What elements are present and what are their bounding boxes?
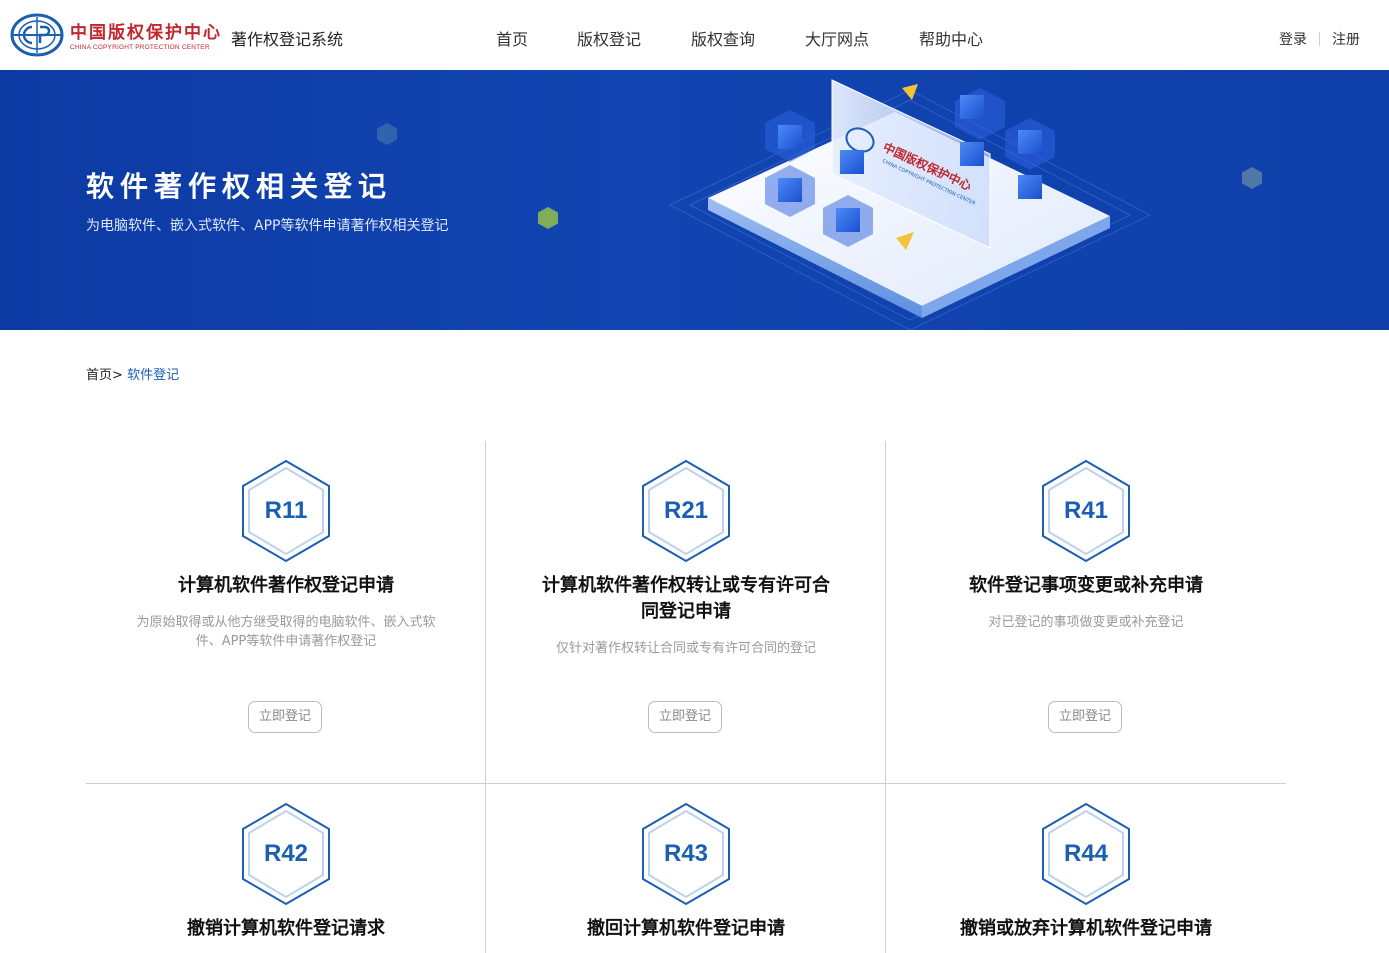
decorative-hexagon-icon (538, 207, 558, 229)
card-title: 计算机软件著作权转让或专有许可合同登记申请 (542, 575, 830, 622)
auth-divider (1319, 32, 1320, 46)
card-code: R41 (1063, 497, 1109, 524)
card-r21: R21 计算机软件著作权转让或专有许可合同登记申请 仅针对著作权转让合同或专有许… (486, 441, 886, 783)
card-title: 撤回计算机软件登记申请 (587, 918, 785, 939)
auth-links: 登录 注册 (1279, 29, 1360, 49)
breadcrumb-current: 软件登记 (127, 368, 180, 383)
banner-subtitle: 为电脑软件、嵌入式软件、APP等软件申请著作权相关登记 (86, 218, 449, 234)
breadcrumb-home[interactable]: 首页 (86, 368, 112, 383)
card-code: R11 (264, 497, 308, 524)
logo-chinese-name: 中国版权保护中心 (70, 23, 222, 43)
card-description: 对已登记的事项做变更或补充登记 (988, 615, 1184, 630)
card-r44: R44 撤销或放弃计算机软件登记申请 (886, 784, 1286, 953)
nav-copyright-registration[interactable]: 版权登记 (577, 26, 641, 50)
nav-home[interactable]: 首页 (496, 26, 528, 50)
nav-service-halls[interactable]: 大厅网点 (805, 26, 869, 50)
nav-help-center[interactable]: 帮助中心 (919, 26, 983, 50)
card-description: 为原始取得或从他方继受取得的电脑软件、嵌入式软件、APP等软件申请著作权登记 (136, 615, 436, 649)
breadcrumb-separator: > (112, 368, 123, 383)
card-r42: R42 撤销计算机软件登记请求 (86, 784, 486, 953)
register-now-button[interactable]: 立即登记 (248, 701, 322, 733)
card-title: 撤销计算机软件登记请求 (187, 918, 385, 939)
card-code: R42 (263, 840, 309, 867)
register-now-button[interactable]: 立即登记 (1048, 701, 1122, 733)
isometric-platform-illustration: 中国版权保护中心 CHINA COPYRIGHT PROTECTION CENT… (668, 79, 1152, 330)
copyright-center-logo-icon[interactable] (10, 13, 66, 57)
login-link[interactable]: 登录 (1279, 32, 1307, 48)
hero-banner: 软件著作权相关登记 为电脑软件、嵌入式软件、APP等软件申请著作权相关登记 中国… (0, 70, 1389, 330)
card-r43: R43 撤回计算机软件登记申请 (486, 784, 886, 953)
register-link[interactable]: 注册 (1332, 32, 1360, 48)
logo-english-name: CHINA COPYRIGHT PROTECTION CENTER (70, 44, 210, 51)
logo-text[interactable]: 中国版权保护中心 CHINA COPYRIGHT PROTECTION CENT… (70, 18, 222, 51)
card-code: R21 (663, 497, 709, 524)
system-name: 著作权登记系统 (231, 30, 344, 49)
card-title: 软件登记事项变更或补充申请 (969, 575, 1203, 596)
register-now-button[interactable]: 立即登记 (648, 701, 722, 733)
nav-copyright-query[interactable]: 版权查询 (691, 26, 755, 50)
card-title: 计算机软件著作权登记申请 (178, 575, 394, 596)
decorative-hexagon-icon (1242, 167, 1262, 189)
card-title: 撤销或放弃计算机软件登记申请 (960, 918, 1212, 939)
top-header: 中国版权保护中心 CHINA COPYRIGHT PROTECTION CENT… (0, 0, 1389, 70)
card-code: R44 (1063, 840, 1109, 867)
breadcrumb: 首页> 软件登记 (86, 364, 179, 383)
card-r41: R41 软件登记事项变更或补充申请 对已登记的事项做变更或补充登记 立即登记 (886, 441, 1286, 783)
card-r11: R11 计算机软件著作权登记申请 为原始取得或从他方继受取得的电脑软件、嵌入式软… (86, 441, 486, 783)
card-code: R43 (663, 840, 709, 867)
decorative-hexagon-icon (377, 123, 397, 145)
banner-title: 软件著作权相关登记 (86, 170, 393, 203)
card-description: 仅针对著作权转让合同或专有许可合同的登记 (555, 641, 816, 656)
registration-options-grid: R11 计算机软件著作权登记申请 为原始取得或从他方继受取得的电脑软件、嵌入式软… (86, 441, 1286, 953)
